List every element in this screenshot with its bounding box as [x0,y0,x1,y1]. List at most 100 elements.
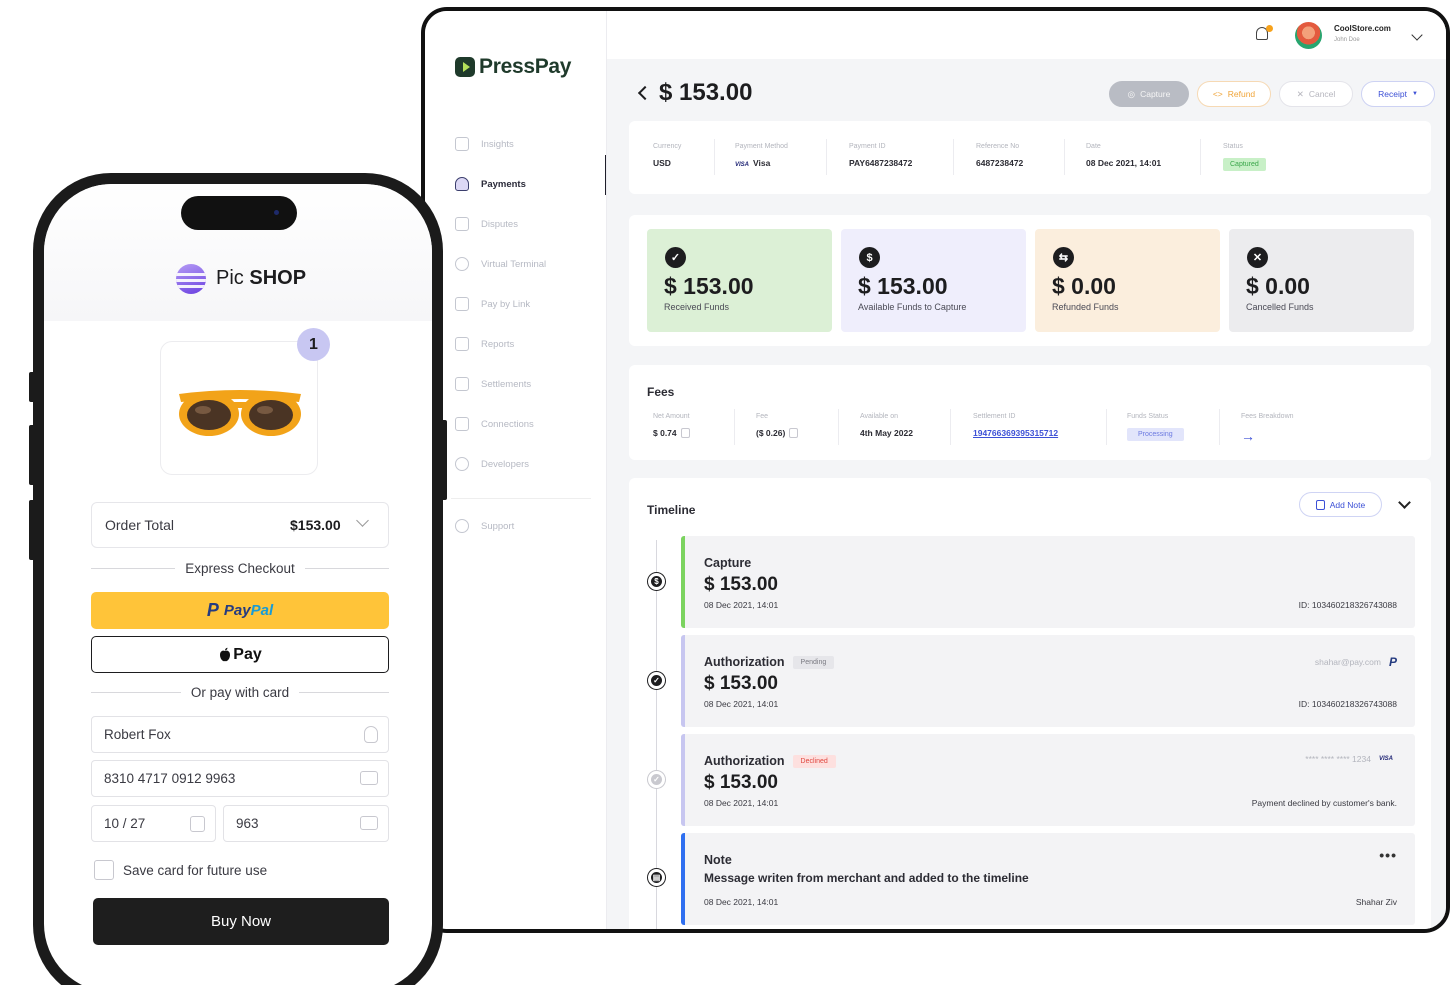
reports-icon [455,337,469,351]
entry-amount: $ 153.00 [704,574,778,595]
x-circle-icon: ✕ [1247,247,1268,268]
sidebar-item-connections[interactable]: Connections [455,404,605,444]
funds-status-col: Funds Status Processing [1127,413,1184,441]
sidebar-item-payments[interactable]: Payments [455,164,605,204]
disputes-icon [455,217,469,231]
expiry-value: 10 / 27 [104,816,146,831]
divider [734,409,735,445]
save-card-row: Save card for future use [94,860,267,880]
divider [953,139,954,175]
masked-card: **** **** **** 1234 [1305,754,1371,764]
notification-bell-icon[interactable] [1253,25,1273,43]
chevron-down-icon[interactable] [1398,496,1411,509]
headset-icon [455,519,469,533]
card-divider: Or pay with card [91,682,389,702]
currency-col: Currency USD [653,143,681,168]
top-bar: CoolStore.com John Doe [607,11,1446,59]
refund-button[interactable]: <> Refund [1197,81,1271,107]
dollar-circle-icon: $ [859,247,880,268]
chevron-down-icon[interactable] [1411,29,1423,41]
entry-accent [681,833,685,925]
entry-date: 08 Dec 2021, 14:01 [704,699,779,709]
sidebar-item-pay-by-link[interactable]: Pay by Link [455,284,605,324]
date-value: 08 Dec 2021, 14:01 [1086,158,1162,168]
payment-id-label: Payment ID [849,143,886,150]
fee-value: ($ 0.26) [756,428,786,438]
cardholder-name-field[interactable]: Robert Fox [91,716,389,753]
receipt-label: Receipt [1378,89,1407,99]
send-icon [455,297,469,311]
order-total-dropdown[interactable]: Order Total $153.00 [91,502,389,548]
refund-icon: <> [1212,89,1223,99]
expiry-field[interactable]: 10 / 27 [91,805,216,842]
receipt-button[interactable]: Receipt ▼ [1361,81,1435,107]
divider [1200,139,1201,175]
sidebar-item-settlements[interactable]: Settlements [455,364,605,404]
entry-amount: $ 153.00 [704,772,778,793]
available-funds-tile: $ $ 153.00 Available Funds to Capture [841,229,1026,332]
buy-now-button[interactable]: Buy Now [93,898,389,945]
sidebar-item-reports[interactable]: Reports [455,324,605,364]
arrow-right-icon[interactable]: → [1241,428,1294,444]
cardholder-name-value: Robert Fox [104,727,171,742]
sidebar-item-insights[interactable]: Insights [455,124,605,164]
save-card-checkbox[interactable] [94,860,114,880]
sidebar-item-label: Virtual Terminal [481,258,547,270]
note-message: Message writen from merchant and added t… [704,871,1029,885]
connections-icon [455,417,469,431]
add-note-button[interactable]: Add Note [1299,492,1382,517]
funds-summary-card: ✓ $ 153.00 Received Funds $ $ 153.00 Ava… [629,215,1431,346]
sidebar-item-label: Settlements [481,378,532,390]
apple-pay-label: Pay [233,645,262,663]
card-cvv-icon [360,816,378,830]
entry-accent [681,635,685,727]
fund-amount: $ 153.00 [858,273,948,299]
fund-label: Refunded Funds [1052,302,1119,312]
sidebar-item-disputes[interactable]: Disputes [455,204,605,244]
add-note-label: Add Note [1329,499,1366,510]
capture-button[interactable]: ◎ Capture [1109,81,1189,107]
entry-email: shahar@pay.com [1314,657,1381,667]
fees-card: Fees Net Amount $ 0.74 Fee ($ 0.26) Availa… [629,365,1431,460]
divider [1219,409,1220,445]
apple-pay-button[interactable]: Pay [91,636,389,673]
fees-title: Fees [647,385,675,399]
card-number-field[interactable]: 8310 4717 0912 9963 [91,760,389,797]
sidebar-item-support[interactable]: Support [455,519,514,533]
tablet-frame: PressPay Insights Payments Disputes Virt… [421,7,1450,933]
fund-amount: $ 153.00 [664,273,754,299]
note-author: Shahar Ziv [1355,897,1397,907]
check-circle-icon: ✓ [665,247,686,268]
paypal-button[interactable]: P Pay Pal [91,592,389,629]
apple-icon [220,647,231,661]
sidebar-item-developers[interactable]: Developers [455,444,605,484]
code-icon [455,457,469,471]
sidebar-item-virtual-terminal[interactable]: Virtual Terminal [455,244,605,284]
dynamic-island [181,196,297,230]
presspay-logo[interactable]: PressPay [455,55,571,79]
cancel-button[interactable]: ✕ Cancel [1279,81,1353,107]
more-options-icon[interactable]: ••• [1379,847,1397,863]
fund-label: Cancelled Funds [1246,302,1314,312]
timeline-entry-capture: Capture $ 153.00 08 Dec 2021, 14:01 ID: … [681,536,1415,628]
copy-icon[interactable] [680,428,690,438]
back-chevron-icon[interactable] [637,85,653,101]
avatar[interactable] [1295,22,1322,49]
visa-icon: VISA [1378,756,1393,762]
paypal-label-b: Pal [250,602,274,619]
cvv-field[interactable]: 963 [223,805,389,842]
cancel-label: Cancel [1308,89,1336,99]
entry-accent [681,734,685,826]
currency-label: Currency [653,143,682,150]
check-circle-icon: ✓ [648,771,665,788]
sidebar-item-label: Disputes [481,218,518,230]
refund-label: Refund [1227,89,1256,99]
sunglasses-icon [179,390,301,436]
timeline-entry-authorization: Authorization Pending shahar@pay.com P $ 1… [681,635,1415,727]
copy-icon[interactable] [789,428,799,438]
fees-breakdown-col: Fees Breakdown → [1241,413,1294,444]
settlement-link[interactable]: 194766369395315712 [973,428,1058,438]
note-icon [1315,499,1325,510]
chevron-down-icon: ▼ [1411,91,1418,97]
status-badge: Pending [792,656,835,669]
